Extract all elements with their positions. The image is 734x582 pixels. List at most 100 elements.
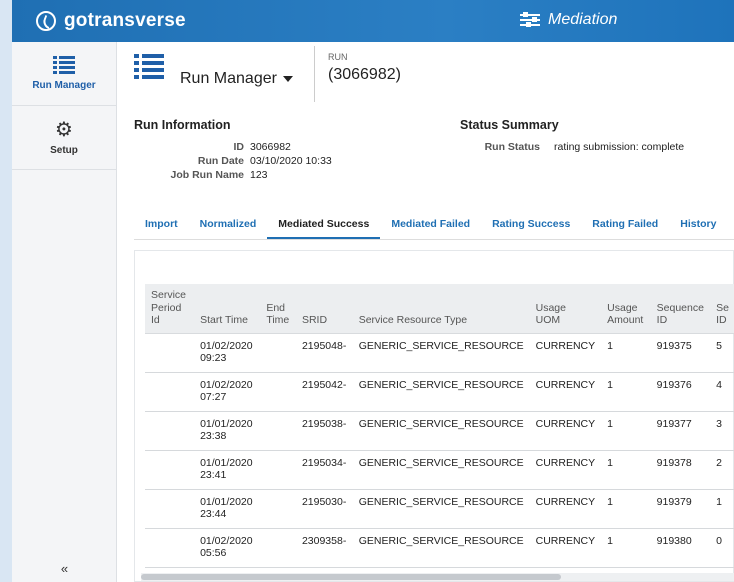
table-cell: CURRENCY — [529, 372, 602, 412]
column-header-text: Service — [151, 289, 187, 301]
sidebar-item-run-manager[interactable]: Run Manager — [12, 42, 116, 106]
table-cell: 2309358- — [295, 528, 353, 568]
tab-mediated-success[interactable]: Mediated Success — [267, 212, 381, 239]
tab-rating-failed[interactable]: Rating Failed — [581, 212, 669, 239]
table-cell — [145, 372, 195, 412]
table-cell: 2195030- — [295, 489, 353, 529]
table-cell: 01/02/2020 07:27 — [194, 372, 261, 412]
sliders-icon — [520, 12, 540, 28]
column-header-text: Amount — [607, 314, 644, 326]
sidebar-item-setup[interactable]: ⚙ Setup — [12, 106, 116, 170]
tab-rating-success[interactable]: Rating Success — [481, 212, 581, 239]
table-cell: 1 — [601, 372, 651, 412]
column-header-text: Period — [151, 301, 182, 314]
status-run-status: Run Status rating submission: complete — [460, 141, 685, 153]
list-icon — [53, 56, 75, 74]
top-bar: gotransverse Mediation — [12, 0, 734, 42]
table-cell: 3 — [710, 411, 734, 451]
run-manager-dropdown[interactable]: Run Manager — [180, 70, 293, 88]
table-cell — [145, 489, 195, 529]
table-cell: GENERIC_SERVICE_RESOURCE — [352, 528, 530, 568]
table-row[interactable]: 01/02/2020 07:27 2195042- GENERIC_SERVICE_… — [145, 372, 734, 412]
column-header[interactable]: Start Time — [194, 284, 261, 334]
scrollbar-thumb[interactable] — [141, 574, 561, 580]
main-content: Run Manager RUN (3066982) Run Informatio… — [118, 42, 734, 582]
table-row[interactable]: 01/02/2020 09:23 2195048- GENERIC_SERVICE_… — [145, 333, 734, 373]
table-cell: 01/02/2020 09:23 — [194, 333, 261, 373]
table-cell: GENERIC_SERVICE_RESOURCE — [352, 333, 530, 373]
sidebar-item-label: Setup — [50, 145, 78, 156]
column-header-text: Service Resource Type — [358, 314, 468, 326]
horizontal-scrollbar[interactable] — [141, 573, 734, 581]
field-key: Run Status — [484, 141, 540, 153]
column-header[interactable]: End Time — [260, 284, 296, 334]
field-value: rating submission: complete — [554, 141, 685, 153]
table-cell: 919380 — [650, 528, 711, 568]
table-cell: 1 — [601, 528, 651, 568]
table-cell: 1 — [601, 411, 651, 451]
field-value: 123 — [250, 169, 268, 181]
header-divider — [314, 46, 315, 102]
column-header[interactable]: SRID — [295, 284, 353, 334]
table-cell: CURRENCY — [529, 411, 602, 451]
table-body: 01/02/2020 09:23 2195048- GENERIC_SERVICE_… — [145, 333, 734, 568]
logo-mark-icon — [36, 11, 56, 31]
run-block: RUN (3066982) — [328, 52, 401, 84]
column-header[interactable]: Usage UOM — [529, 284, 602, 334]
column-header[interactable]: Sequence ID — [650, 284, 711, 334]
table-cell: 2195038- — [295, 411, 353, 451]
table-cell: 919376 — [650, 372, 711, 412]
run-info-run-date: Run Date 03/10/2020 10:33 — [134, 155, 332, 167]
column-header-text: ID — [716, 314, 727, 326]
field-value: 03/10/2020 10:33 — [250, 155, 332, 167]
table-cell: GENERIC_SERVICE_RESOURCE — [352, 372, 530, 412]
tab-history[interactable]: History — [669, 212, 727, 239]
table-cell — [145, 411, 195, 451]
table-cell — [145, 528, 195, 568]
table-cell: CURRENCY — [529, 450, 602, 490]
module-title: Mediation — [520, 11, 617, 29]
table-cell — [260, 528, 296, 568]
column-header-text: UOM — [535, 314, 561, 326]
table-cell: 919379 — [650, 489, 711, 529]
column-header[interactable]: Usage Amount — [601, 284, 651, 334]
tab-import[interactable]: Import — [134, 212, 189, 239]
table-cell: 5 — [710, 333, 734, 373]
table-cell: 0 — [710, 528, 734, 568]
list-icon — [134, 54, 164, 80]
column-header[interactable]: Se ID — [710, 284, 734, 334]
column-header-text: Id — [151, 314, 160, 326]
table-cell: GENERIC_SERVICE_RESOURCE — [352, 489, 530, 529]
column-header-text: Usage — [535, 301, 566, 314]
table-cell — [260, 333, 296, 373]
field-key: Job Run Name — [170, 169, 244, 181]
logo[interactable]: gotransverse — [36, 8, 186, 34]
table-cell: CURRENCY — [529, 489, 602, 529]
table-cell: 919375 — [650, 333, 711, 373]
table-cell: 919378 — [650, 450, 711, 490]
table-row[interactable]: 01/01/2020 23:44 2195030- GENERIC_SERVICE_… — [145, 489, 734, 529]
tab-normalized[interactable]: Normalized — [189, 212, 268, 239]
table-row[interactable]: 01/02/2020 05:56 2309358- GENERIC_SERVICE_… — [145, 528, 734, 568]
table-row[interactable]: 01/01/2020 23:41 2195034- GENERIC_SERVICE_… — [145, 450, 734, 490]
run-information-title: Run Information — [134, 118, 231, 132]
column-header[interactable]: Service Period Id — [145, 284, 195, 334]
table-row[interactable]: 01/01/2020 23:38 2195038- GENERIC_SERVICE_… — [145, 411, 734, 451]
column-header-text: Start Time — [200, 314, 248, 326]
sidebar: Run Manager ⚙ Setup « — [12, 42, 117, 582]
run-label: RUN — [328, 52, 348, 62]
tab-mediated-failed[interactable]: Mediated Failed — [380, 212, 481, 239]
column-header-text: Time — [266, 314, 290, 326]
column-header[interactable]: Service Resource Type — [352, 284, 530, 334]
column-header-text: Usage — [607, 301, 638, 314]
field-value: 3066982 — [250, 141, 291, 153]
module-title-text: Mediation — [548, 11, 618, 28]
table-cell — [260, 411, 296, 451]
column-header-text: SRID — [301, 314, 328, 326]
collapse-sidebar-button[interactable]: « — [12, 561, 117, 576]
run-info-job-run-name: Job Run Name 123 — [134, 169, 268, 181]
status-summary-title: Status Summary — [460, 118, 559, 132]
table-cell: 4 — [710, 372, 734, 412]
results-panel: Service Period Id Start Time End Time SRID Serv… — [134, 250, 734, 582]
column-header-text: Se — [716, 301, 729, 314]
